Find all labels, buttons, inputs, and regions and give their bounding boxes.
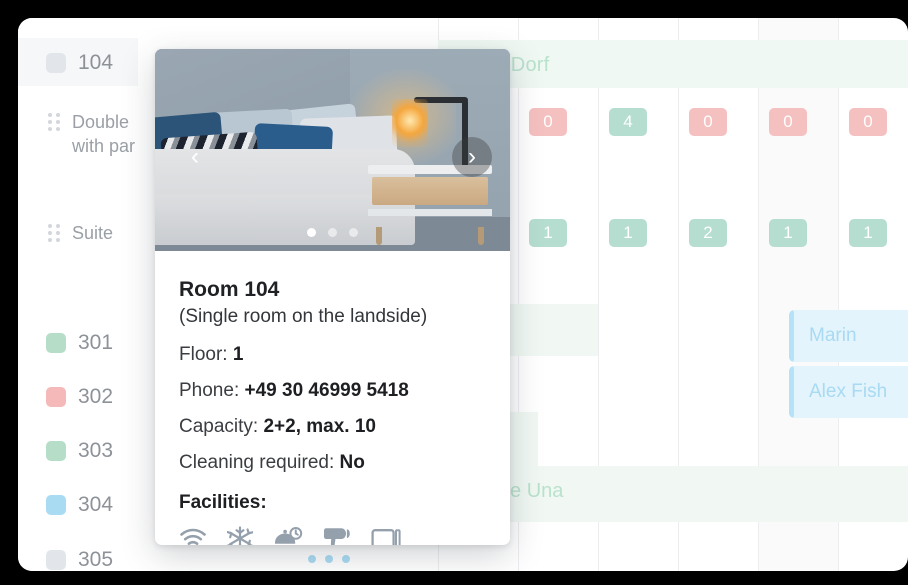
room-group-label: Suite <box>72 223 114 243</box>
room-color-swatch <box>46 333 66 353</box>
availability-badge[interactable]: 1 <box>849 219 887 247</box>
facilities-icon-list <box>179 526 486 545</box>
field-value: 2+2, max. 10 <box>263 415 376 437</box>
field-label: Floor: <box>179 343 228 365</box>
hair-dryer-icon <box>323 526 351 545</box>
carousel-dot-1[interactable] <box>307 228 316 237</box>
availability-badge[interactable]: 0 <box>689 108 727 136</box>
sidebar-item-room-305[interactable]: 305 <box>18 545 138 571</box>
carousel-dots[interactable] <box>155 228 510 237</box>
carousel-dot-3[interactable] <box>349 228 358 237</box>
carousel-next-button[interactable]: › <box>452 137 492 177</box>
room-number-label: 104 <box>78 51 114 74</box>
room-color-swatch <box>46 387 66 407</box>
room-detail-popover: ‹ › Room 104 (Single room on the landsid… <box>155 49 510 545</box>
loading-dots-indicator <box>308 555 350 563</box>
booking-block-blue[interactable]: Alex Fish <box>789 366 908 418</box>
sidebar-item-room-304[interactable]: 304 <box>18 490 138 520</box>
room-number-label: 304 <box>78 493 114 516</box>
room-field-floor: Floor: 1 <box>179 344 486 366</box>
room-field-phone: Phone: +49 30 46999 5418 <box>179 380 486 402</box>
app-window: Olan Dorf 0 4 0 0 0 1 1 2 1 1 old Kate U… <box>18 18 908 571</box>
room-group-double[interactable]: Double with par <box>18 110 158 159</box>
room-sidebar: 104 Double with par Suite 301 302 303 30… <box>18 18 138 571</box>
field-value: +49 30 46999 5418 <box>244 379 409 401</box>
field-label: Cleaning required: <box>179 451 335 473</box>
photo-lamp-bulb <box>392 99 428 147</box>
carousel-prev-button[interactable]: ‹ <box>175 137 215 177</box>
room-color-swatch <box>46 495 66 515</box>
availability-badge[interactable]: 0 <box>769 108 807 136</box>
room-photo-carousel[interactable]: ‹ › <box>155 49 510 251</box>
facilities-label: Facilities: <box>179 491 267 513</box>
wifi-icon <box>179 528 207 545</box>
field-label: Capacity: <box>179 415 259 437</box>
sidebar-item-room-302[interactable]: 302 <box>18 382 138 412</box>
booking-guest-name: Marin <box>809 325 857 346</box>
room-group-label: Double with par <box>72 110 135 159</box>
sidebar-item-room-303[interactable]: 303 <box>18 436 138 466</box>
booking-guest-name: Alex Fish <box>809 381 888 402</box>
availability-badge[interactable]: 0 <box>529 108 567 136</box>
sidebar-item-room-104[interactable]: 104 <box>18 48 138 78</box>
availability-badge[interactable]: 1 <box>769 219 807 247</box>
room-detail-body: Room 104 (Single room on the landside) F… <box>155 251 510 545</box>
room-group-label-line1: Double <box>72 112 130 132</box>
room-color-swatch <box>46 441 66 461</box>
availability-badge[interactable]: 1 <box>529 219 567 247</box>
television-icon <box>371 527 401 545</box>
room-group-suite[interactable]: Suite <box>18 221 158 245</box>
room-number-label: 301 <box>78 331 114 354</box>
room-color-swatch <box>46 53 66 73</box>
room-color-swatch <box>46 550 66 570</box>
room-field-cleaning: Cleaning required: No <box>179 452 486 474</box>
availability-badge[interactable]: 2 <box>689 219 727 247</box>
room-group-label-line2: with par <box>72 136 136 157</box>
drag-handle-icon[interactable] <box>48 113 62 133</box>
drag-handle-icon[interactable] <box>48 224 62 244</box>
booking-block-blue[interactable]: Marin <box>789 310 908 362</box>
field-value: No <box>339 451 365 473</box>
field-label: Phone: <box>179 379 240 401</box>
availability-badge[interactable]: 1 <box>609 219 647 247</box>
room-number-label: 305 <box>78 548 114 571</box>
room-field-capacity: Capacity: 2+2, max. 10 <box>179 416 486 438</box>
air-conditioning-snowflake-icon <box>227 526 253 545</box>
booking-accent-bar <box>789 310 794 362</box>
field-value: 1 <box>232 343 244 365</box>
room-title: Room 104 <box>179 278 280 301</box>
room-service-icon <box>273 526 303 545</box>
sidebar-item-room-301[interactable]: 301 <box>18 328 138 358</box>
carousel-dot-2[interactable] <box>328 228 337 237</box>
room-number-label: 302 <box>78 385 114 408</box>
room-subtitle: (Single room on the landside) <box>179 306 428 328</box>
availability-badge[interactable]: 0 <box>849 108 887 136</box>
availability-badge[interactable]: 4 <box>609 108 647 136</box>
booking-accent-bar <box>789 366 794 418</box>
room-number-label: 303 <box>78 439 114 462</box>
